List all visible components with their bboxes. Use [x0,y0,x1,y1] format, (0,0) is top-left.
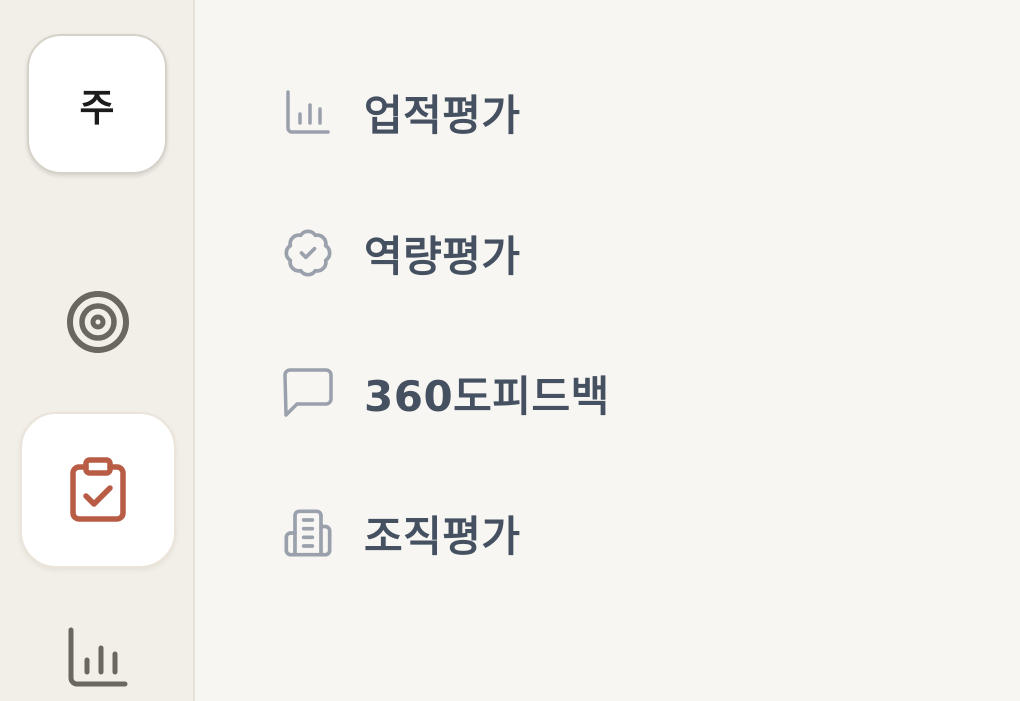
bar-chart-icon [67,626,129,690]
clipboard-check-icon [69,457,127,523]
rail-item-evaluation[interactable] [20,412,176,568]
submenu-item-performance[interactable]: 업적평가 [280,77,521,147]
rail-item-stats[interactable] [48,610,148,701]
workspace-avatar[interactable]: 주 [27,34,167,174]
badge-check-icon [280,225,336,281]
icon-rail: 주 [0,0,195,701]
submenu-item-organization[interactable]: 조직평가 [280,498,521,568]
submenu-label: 업적평가 [364,90,521,140]
message-square-icon [280,365,336,421]
submenu-item-360-feedback[interactable]: 360도피드백 [280,358,610,428]
submenu-label: 역량평가 [364,231,521,281]
submenu-label: 360도피드백 [364,371,610,421]
submenu-item-competency[interactable]: 역량평가 [280,218,521,288]
app: 주 업적평가 역량평가 360도피드백 조직평가 [0,0,1020,701]
submenu-label: 조직평가 [364,511,521,561]
rail-item-goals[interactable] [48,272,148,372]
building-icon [280,505,336,561]
bar-chart-icon [280,84,336,140]
workspace-initial: 주 [79,85,115,130]
target-icon [65,289,131,355]
